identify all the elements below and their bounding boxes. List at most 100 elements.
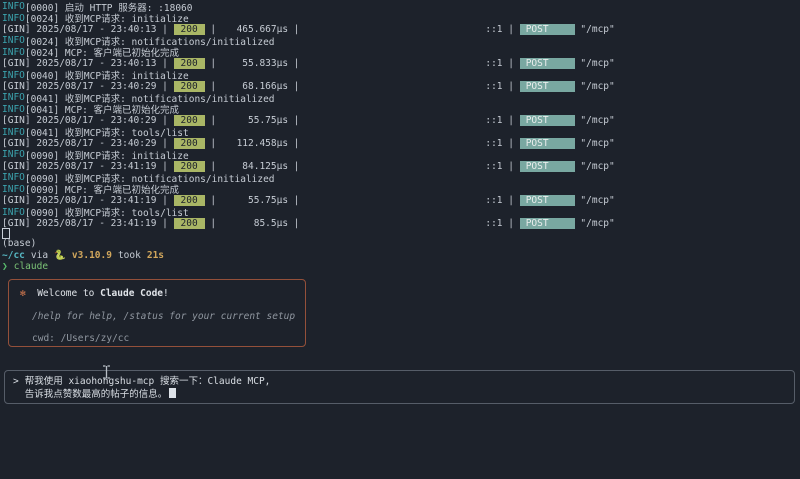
- text-cursor-block: [169, 388, 176, 398]
- cwd-line: cwd: /Users/zy/cc: [32, 333, 129, 344]
- log-level-tag: INFO: [2, 35, 25, 46]
- pipe-separator: |: [205, 218, 216, 229]
- input-text-line1: 帮我使用 xiaohongshu-mcp 搜索一下：Claude MCP,: [25, 376, 271, 388]
- latency-value: 55.75µs: [216, 115, 288, 126]
- request-path: "/mcp": [575, 218, 615, 229]
- log-level-tag: INFO: [2, 92, 25, 103]
- input-prompt-char: >: [13, 376, 19, 388]
- pipe-separator: |: [205, 58, 216, 69]
- info-log-line: INFO[0090] 收到MCP请求: tools/list: [2, 206, 800, 217]
- log-message: [0041] 收到MCP请求: tools/list: [25, 125, 189, 139]
- pipe-separator: |: [288, 195, 299, 206]
- info-log-line: INFO[0090] 收到MCP请求: initialize: [2, 149, 800, 160]
- mouse-cursor-ibeam: [102, 365, 111, 379]
- request-path: "/mcp": [575, 58, 615, 69]
- python-version: v3.10.9: [72, 250, 112, 261]
- method-badge: POST: [520, 195, 575, 206]
- log-message: [0090] MCP: 客户端已初始化完成: [25, 182, 179, 196]
- client-ip: ::1: [300, 81, 503, 92]
- welcome-title-product: Claude Code: [100, 288, 163, 299]
- python-icon: 🐍: [54, 250, 66, 261]
- request-path: "/mcp": [575, 195, 615, 206]
- input-text-line2: 告诉我点赞数最高的帖子的信息。: [25, 389, 168, 400]
- method-badge: POST: [520, 58, 575, 69]
- method-badge: POST: [520, 115, 575, 126]
- pipe-separator: |: [205, 195, 216, 206]
- request-path: "/mcp": [575, 115, 615, 126]
- log-level-tag: INFO: [2, 1, 25, 12]
- client-ip: ::1: [300, 161, 503, 172]
- pipe-separator: |: [288, 81, 299, 92]
- status-badge: 200: [174, 218, 205, 229]
- input-text-line2-row: 告诉我点赞数最高的帖子的信息。: [25, 388, 271, 400]
- help-hint-line: /help for help, /status for your current…: [32, 311, 295, 322]
- via-label: via: [31, 250, 48, 261]
- pipe-separator: |: [288, 161, 299, 172]
- pipe-separator: |: [503, 81, 520, 92]
- method-badge: POST: [520, 24, 575, 35]
- log-message: [0090] 收到MCP请求: initialize: [25, 148, 189, 162]
- pipe-separator: |: [503, 138, 520, 149]
- log-message: [0024] MCP: 客户端已初始化完成: [25, 45, 179, 59]
- shell-status-line: ~/cc via 🐍 v3.10.9 took 21s: [2, 250, 164, 262]
- pipe-separator: |: [503, 195, 520, 206]
- pipe-separator: |: [288, 138, 299, 149]
- request-path: "/mcp": [575, 81, 615, 92]
- request-path: "/mcp": [575, 24, 615, 35]
- request-path: "/mcp": [575, 138, 615, 149]
- log-level-tag: INFO: [2, 104, 25, 115]
- command-duration: 21s: [147, 250, 164, 261]
- gin-prefix: [GIN] 2025/08/17 - 23:41:19: [2, 218, 162, 229]
- log-level-tag: INFO: [2, 70, 25, 81]
- chat-input-box[interactable]: > 帮我使用 xiaohongshu-mcp 搜索一下：Claude MCP, …: [4, 370, 795, 404]
- pipe-separator: |: [503, 58, 520, 69]
- log-message: [0090] 收到MCP请求: tools/list: [25, 205, 189, 219]
- log-message: [0024] 收到MCP请求: initialize: [25, 11, 189, 25]
- method-badge: POST: [520, 161, 575, 172]
- log-level-tag: INFO: [2, 47, 25, 58]
- shell-prompt-block: (base) ~/cc via 🐍 v3.10.9 took 21s ❯ cla…: [2, 238, 164, 273]
- log-area: INFO[0000] 启动 HTTP 服务器: :18060INFO[0024]…: [2, 1, 800, 229]
- info-log-line: INFO[0040] 收到MCP请求: initialize: [2, 69, 800, 80]
- command-line: ❯ claude: [2, 261, 164, 273]
- latency-value: 55.75µs: [216, 195, 288, 206]
- pipe-separator: |: [288, 115, 299, 126]
- latency-value: 55.833µs: [216, 58, 288, 69]
- latency-value: 112.458µs: [216, 138, 288, 149]
- terminal-window: INFO[0000] 启动 HTTP 服务器: :18060INFO[0024]…: [0, 0, 800, 479]
- info-log-line: INFO[0024] MCP: 客户端已初始化完成: [2, 47, 800, 58]
- welcome-title-prefix: Welcome to: [37, 288, 100, 299]
- shell-path: ~/cc: [2, 250, 25, 261]
- conda-env: (base): [2, 238, 36, 249]
- welcome-title-suffix: !: [163, 288, 169, 299]
- pipe-separator: |: [162, 218, 173, 229]
- welcome-spacer: [26, 288, 37, 299]
- log-level-tag: INFO: [2, 13, 25, 24]
- client-ip: ::1: [300, 115, 503, 126]
- took-label: took: [118, 250, 141, 261]
- pipe-separator: |: [288, 58, 299, 69]
- pipe-separator: |: [288, 24, 299, 35]
- info-log-line: INFO[0041] 收到MCP请求: tools/list: [2, 126, 800, 137]
- info-log-line: INFO[0024] 收到MCP请求: initialize: [2, 12, 800, 23]
- log-level-tag: INFO: [2, 149, 25, 160]
- welcome-title-row: ✻ Welcome to Claude Code!: [20, 288, 169, 299]
- pipe-separator: |: [503, 161, 520, 172]
- pipe-separator: |: [288, 218, 299, 229]
- log-level-tag: INFO: [2, 184, 25, 195]
- pipe-separator: |: [205, 115, 216, 126]
- log-message: [0040] 收到MCP请求: initialize: [25, 68, 189, 82]
- method-badge: POST: [520, 138, 575, 149]
- log-level-tag: INFO: [2, 207, 25, 218]
- log-level-tag: INFO: [2, 127, 25, 138]
- prompt-chevron-icon: ❯: [2, 261, 8, 272]
- info-log-line: INFO[0041] MCP: 客户端已初始化完成: [2, 104, 800, 115]
- entered-command: claude: [14, 261, 48, 272]
- client-ip: ::1: [300, 24, 503, 35]
- input-text: 帮我使用 xiaohongshu-mcp 搜索一下：Claude MCP, 告诉…: [25, 376, 271, 399]
- log-message: [0041] MCP: 客户端已初始化完成: [25, 102, 179, 116]
- client-ip: ::1: [300, 195, 503, 206]
- pipe-separator: |: [503, 24, 520, 35]
- client-ip: ::1: [300, 58, 503, 69]
- client-ip: ::1: [300, 138, 503, 149]
